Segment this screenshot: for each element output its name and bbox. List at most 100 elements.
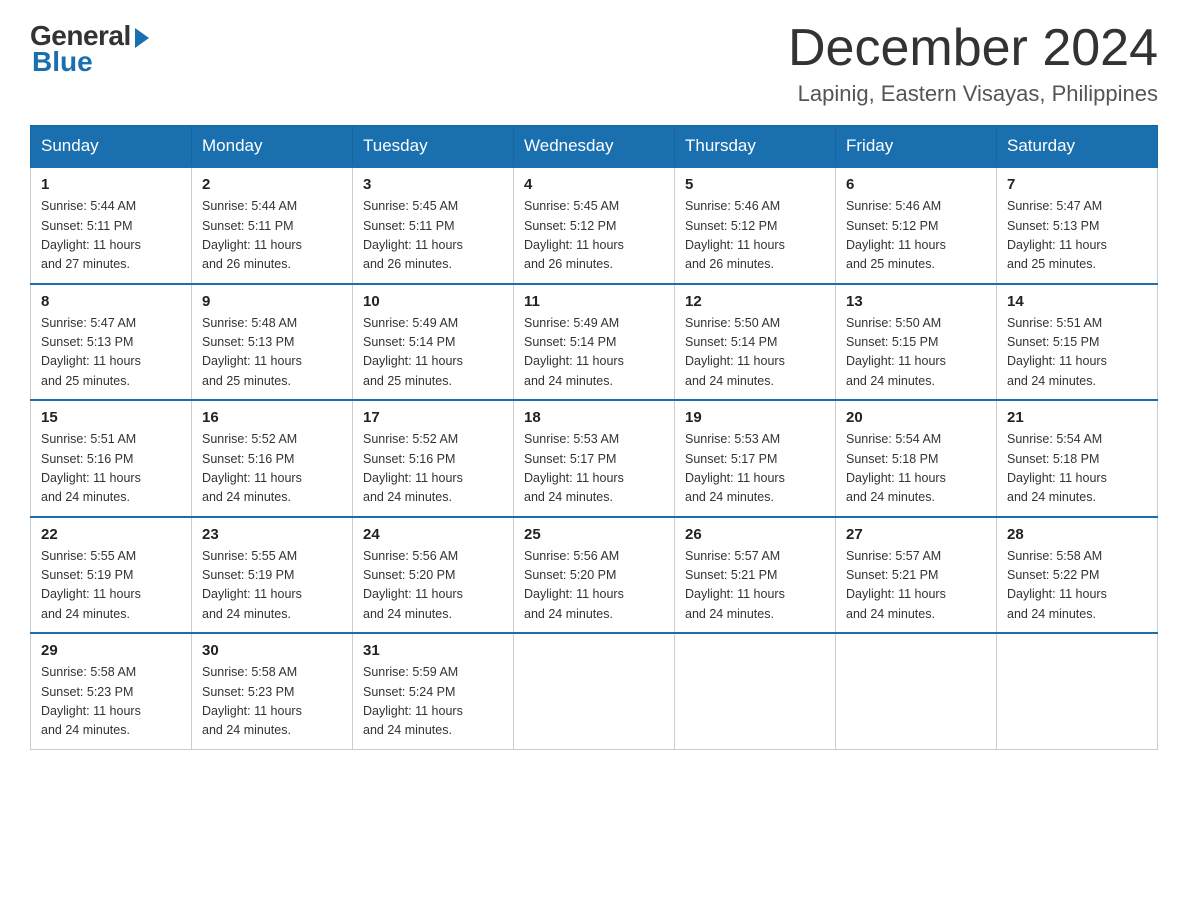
day-number: 26 (685, 526, 825, 543)
calendar-cell: 2 Sunrise: 5:44 AMSunset: 5:11 PMDaylight… (192, 167, 353, 284)
day-info: Sunrise: 5:50 AMSunset: 5:15 PMDaylight:… (846, 314, 986, 392)
day-info: Sunrise: 5:47 AMSunset: 5:13 PMDaylight:… (41, 314, 181, 392)
day-number: 1 (41, 176, 181, 193)
day-number: 27 (846, 526, 986, 543)
week-row-2: 8 Sunrise: 5:47 AMSunset: 5:13 PMDaylight… (31, 284, 1158, 401)
day-number: 13 (846, 293, 986, 310)
day-number: 16 (202, 409, 342, 426)
day-number: 30 (202, 642, 342, 659)
week-row-3: 15 Sunrise: 5:51 AMSunset: 5:16 PMDayligh… (31, 400, 1158, 517)
day-number: 15 (41, 409, 181, 426)
day-info: Sunrise: 5:58 AMSunset: 5:22 PMDaylight:… (1007, 547, 1147, 625)
day-number: 7 (1007, 176, 1147, 193)
day-number: 14 (1007, 293, 1147, 310)
day-info: Sunrise: 5:52 AMSunset: 5:16 PMDaylight:… (363, 430, 503, 508)
day-number: 31 (363, 642, 503, 659)
day-number: 29 (41, 642, 181, 659)
calendar-cell (514, 633, 675, 749)
day-number: 17 (363, 409, 503, 426)
day-info: Sunrise: 5:53 AMSunset: 5:17 PMDaylight:… (685, 430, 825, 508)
day-info: Sunrise: 5:53 AMSunset: 5:17 PMDaylight:… (524, 430, 664, 508)
day-info: Sunrise: 5:44 AMSunset: 5:11 PMDaylight:… (202, 197, 342, 275)
calendar-cell (997, 633, 1158, 749)
day-info: Sunrise: 5:55 AMSunset: 5:19 PMDaylight:… (202, 547, 342, 625)
day-number: 12 (685, 293, 825, 310)
col-header-tuesday: Tuesday (353, 126, 514, 168)
calendar-cell: 15 Sunrise: 5:51 AMSunset: 5:16 PMDayligh… (31, 400, 192, 517)
day-info: Sunrise: 5:58 AMSunset: 5:23 PMDaylight:… (202, 663, 342, 741)
calendar-cell (675, 633, 836, 749)
day-number: 24 (363, 526, 503, 543)
day-info: Sunrise: 5:45 AMSunset: 5:12 PMDaylight:… (524, 197, 664, 275)
day-number: 6 (846, 176, 986, 193)
calendar-cell: 12 Sunrise: 5:50 AMSunset: 5:14 PMDayligh… (675, 284, 836, 401)
calendar-cell: 11Sunrise: 5:49 AMSunset: 5:14 PMDayligh… (514, 284, 675, 401)
col-header-friday: Friday (836, 126, 997, 168)
day-info: Sunrise: 5:51 AMSunset: 5:15 PMDaylight:… (1007, 314, 1147, 392)
week-row-5: 29 Sunrise: 5:58 AMSunset: 5:23 PMDayligh… (31, 633, 1158, 749)
calendar-cell: 16Sunrise: 5:52 AMSunset: 5:16 PMDayligh… (192, 400, 353, 517)
day-number: 10 (363, 293, 503, 310)
day-number: 2 (202, 176, 342, 193)
day-number: 3 (363, 176, 503, 193)
day-number: 21 (1007, 409, 1147, 426)
day-info: Sunrise: 5:59 AMSunset: 5:24 PMDaylight:… (363, 663, 503, 741)
calendar-cell: 14 Sunrise: 5:51 AMSunset: 5:15 PMDayligh… (997, 284, 1158, 401)
day-info: Sunrise: 5:49 AMSunset: 5:14 PMDaylight:… (524, 314, 664, 392)
day-info: Sunrise: 5:51 AMSunset: 5:16 PMDaylight:… (41, 430, 181, 508)
week-row-1: 1 Sunrise: 5:44 AMSunset: 5:11 PMDaylight… (31, 167, 1158, 284)
col-header-sunday: Sunday (31, 126, 192, 168)
header-row: SundayMondayTuesdayWednesdayThursdayFrid… (31, 126, 1158, 168)
col-header-wednesday: Wednesday (514, 126, 675, 168)
calendar-cell: 20 Sunrise: 5:54 AMSunset: 5:18 PMDayligh… (836, 400, 997, 517)
day-info: Sunrise: 5:50 AMSunset: 5:14 PMDaylight:… (685, 314, 825, 392)
day-info: Sunrise: 5:44 AMSunset: 5:11 PMDaylight:… (41, 197, 181, 275)
logo-triangle-icon (135, 28, 149, 48)
calendar-cell: 1 Sunrise: 5:44 AMSunset: 5:11 PMDaylight… (31, 167, 192, 284)
calendar-cell: 27 Sunrise: 5:57 AMSunset: 5:21 PMDayligh… (836, 517, 997, 634)
calendar-cell: 31 Sunrise: 5:59 AMSunset: 5:24 PMDayligh… (353, 633, 514, 749)
calendar-table: SundayMondayTuesdayWednesdayThursdayFrid… (30, 125, 1158, 750)
day-info: Sunrise: 5:54 AMSunset: 5:18 PMDaylight:… (1007, 430, 1147, 508)
col-header-saturday: Saturday (997, 126, 1158, 168)
day-info: Sunrise: 5:48 AMSunset: 5:13 PMDaylight:… (202, 314, 342, 392)
day-number: 5 (685, 176, 825, 193)
day-info: Sunrise: 5:57 AMSunset: 5:21 PMDaylight:… (846, 547, 986, 625)
calendar-cell: 22Sunrise: 5:55 AMSunset: 5:19 PMDayligh… (31, 517, 192, 634)
day-info: Sunrise: 5:46 AMSunset: 5:12 PMDaylight:… (846, 197, 986, 275)
day-info: Sunrise: 5:56 AMSunset: 5:20 PMDaylight:… (363, 547, 503, 625)
calendar-cell: 30 Sunrise: 5:58 AMSunset: 5:23 PMDayligh… (192, 633, 353, 749)
logo-blue-text: Blue (32, 46, 93, 78)
calendar-cell: 7Sunrise: 5:47 AMSunset: 5:13 PMDaylight… (997, 167, 1158, 284)
day-info: Sunrise: 5:57 AMSunset: 5:21 PMDaylight:… (685, 547, 825, 625)
day-info: Sunrise: 5:58 AMSunset: 5:23 PMDaylight:… (41, 663, 181, 741)
month-title: December 2024 (788, 20, 1158, 77)
calendar-cell: 21 Sunrise: 5:54 AMSunset: 5:18 PMDayligh… (997, 400, 1158, 517)
day-number: 22 (41, 526, 181, 543)
calendar-cell: 24 Sunrise: 5:56 AMSunset: 5:20 PMDayligh… (353, 517, 514, 634)
day-number: 9 (202, 293, 342, 310)
day-number: 8 (41, 293, 181, 310)
day-info: Sunrise: 5:46 AMSunset: 5:12 PMDaylight:… (685, 197, 825, 275)
day-info: Sunrise: 5:49 AMSunset: 5:14 PMDaylight:… (363, 314, 503, 392)
day-number: 18 (524, 409, 664, 426)
day-number: 20 (846, 409, 986, 426)
location-title: Lapinig, Eastern Visayas, Philippines (788, 81, 1158, 107)
day-number: 4 (524, 176, 664, 193)
calendar-cell: 28 Sunrise: 5:58 AMSunset: 5:22 PMDayligh… (997, 517, 1158, 634)
col-header-monday: Monday (192, 126, 353, 168)
calendar-cell: 29 Sunrise: 5:58 AMSunset: 5:23 PMDayligh… (31, 633, 192, 749)
calendar-cell: 17 Sunrise: 5:52 AMSunset: 5:16 PMDayligh… (353, 400, 514, 517)
calendar-cell: 4 Sunrise: 5:45 AMSunset: 5:12 PMDaylight… (514, 167, 675, 284)
calendar-cell: 18 Sunrise: 5:53 AMSunset: 5:17 PMDayligh… (514, 400, 675, 517)
col-header-thursday: Thursday (675, 126, 836, 168)
day-number: 28 (1007, 526, 1147, 543)
day-info: Sunrise: 5:54 AMSunset: 5:18 PMDaylight:… (846, 430, 986, 508)
calendar-cell: 5 Sunrise: 5:46 AMSunset: 5:12 PMDaylight… (675, 167, 836, 284)
calendar-cell: 8 Sunrise: 5:47 AMSunset: 5:13 PMDaylight… (31, 284, 192, 401)
calendar-cell: 23Sunrise: 5:55 AMSunset: 5:19 PMDayligh… (192, 517, 353, 634)
calendar-cell (836, 633, 997, 749)
day-number: 25 (524, 526, 664, 543)
calendar-cell: 25Sunrise: 5:56 AMSunset: 5:20 PMDayligh… (514, 517, 675, 634)
calendar-cell: 3Sunrise: 5:45 AMSunset: 5:11 PMDaylight… (353, 167, 514, 284)
